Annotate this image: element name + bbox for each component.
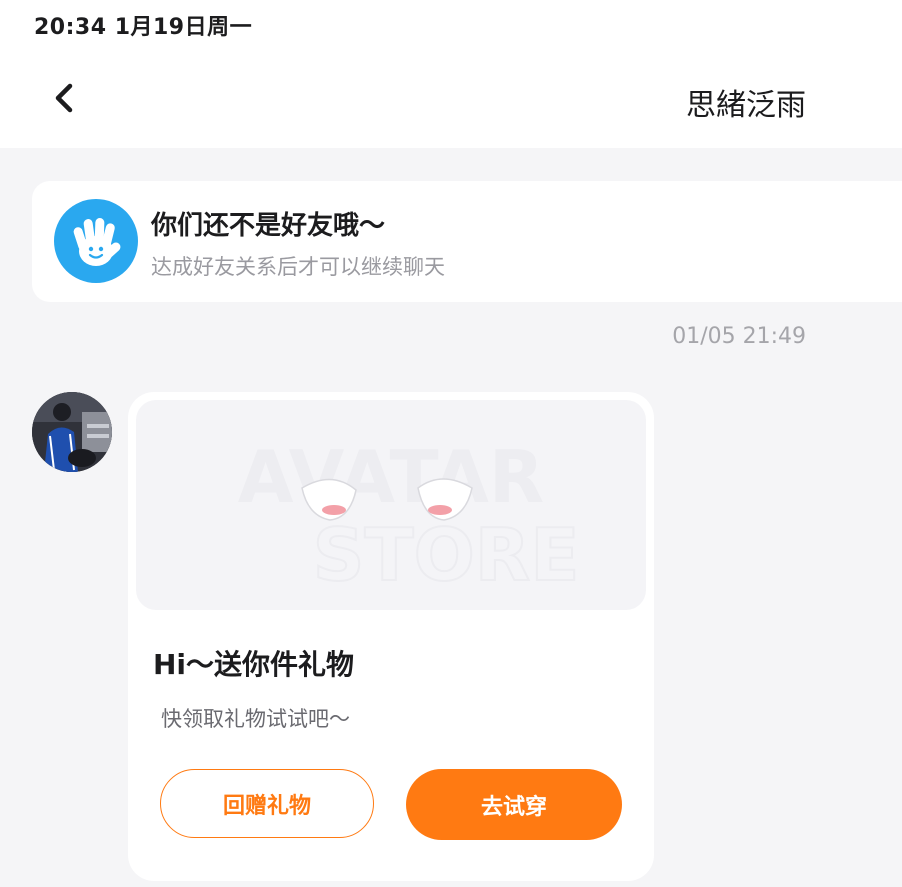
- notice-subtitle: 达成好友关系后才可以继续聊天: [151, 255, 445, 279]
- back-button[interactable]: [40, 72, 90, 122]
- svg-text:STORE: STORE: [313, 513, 580, 597]
- gift-subtitle: 快领取礼物试试吧～: [161, 707, 350, 731]
- gift-message-card[interactable]: AVATAR STORE Hi～送你件礼物 快领取礼物试试吧～ 回赠礼物 去试穿: [128, 392, 654, 881]
- status-bar: 20:34 1月19日周一: [0, 0, 902, 50]
- not-friends-notice: 你们还不是好友哦～ 达成好友关系后才可以继续聊天: [32, 181, 902, 302]
- svg-text:AVATAR: AVATAR: [238, 435, 545, 519]
- return-gift-button[interactable]: 回赠礼物: [160, 769, 374, 838]
- gift-preview-image: AVATAR STORE: [136, 400, 646, 610]
- sender-avatar[interactable]: [32, 392, 112, 472]
- try-on-button[interactable]: 去试穿: [406, 769, 622, 840]
- navigation-bar: 思緒泛雨: [0, 50, 902, 148]
- waving-hand-icon: [54, 199, 138, 283]
- chevron-left-icon: [55, 83, 73, 113]
- message-timestamp: 01/05 21:49: [672, 324, 806, 349]
- notice-title: 你们还不是好友哦～: [151, 211, 386, 241]
- chat-title: 思緒泛雨: [686, 88, 806, 123]
- status-time-date: 20:34 1月19日周一: [34, 15, 253, 40]
- gift-title: Hi～送你件礼物: [153, 648, 355, 681]
